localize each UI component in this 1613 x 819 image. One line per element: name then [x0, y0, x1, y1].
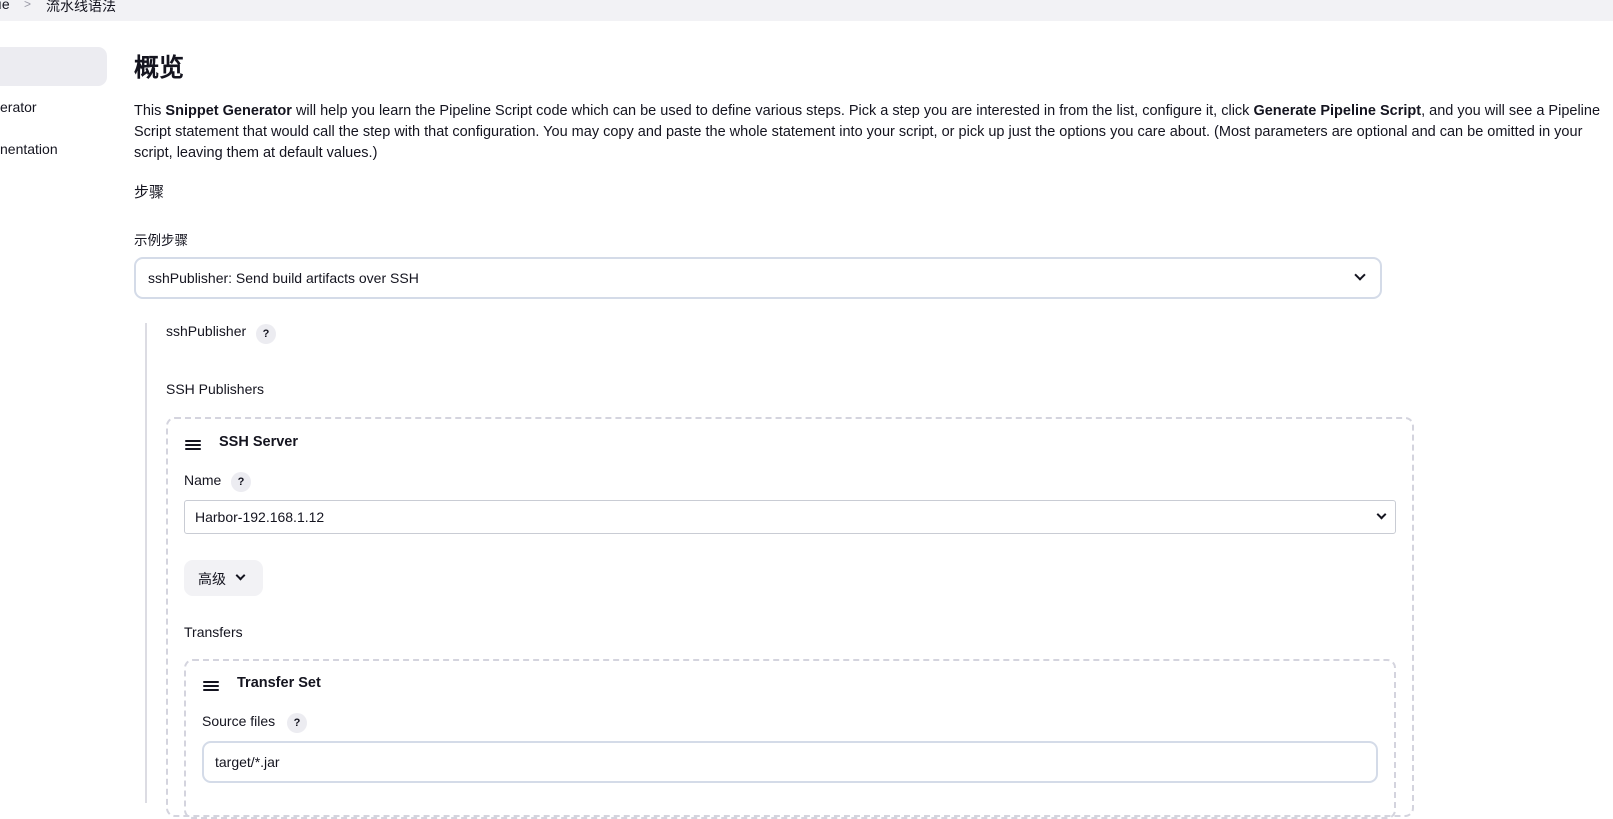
breadcrumb-item-pipeline[interactable]: ıe [0, 0, 10, 12]
sidebar-item-snippet-generator[interactable]: erator [0, 99, 37, 115]
config-rail [145, 323, 147, 803]
intro-text: will help you learn the Pipeline Script … [291, 103, 1254, 119]
example-step-value: sshPublisher: Send build artifacts over … [148, 270, 419, 286]
transfer-set-title: Transfer Set [237, 675, 321, 691]
example-step-select[interactable]: sshPublisher: Send build artifacts over … [134, 257, 1382, 299]
ssh-server-name-select[interactable]: Harbor-192.168.1.12 [184, 500, 1396, 534]
chevron-down-icon [235, 570, 246, 581]
source-files-input[interactable]: target/*.jar [202, 741, 1378, 783]
chevron-down-icon [1354, 269, 1366, 281]
sidebar-item-steps-reference[interactable]: nentation [0, 141, 58, 157]
transfer-set-panel [184, 659, 1396, 819]
ssh-publishers-label: SSH Publishers [166, 381, 265, 397]
drag-handle-icon[interactable] [203, 681, 219, 691]
drag-handle-icon[interactable] [185, 440, 201, 450]
intro-generate-script: Generate Pipeline Script [1253, 103, 1422, 119]
help-icon[interactable]: ? [231, 472, 251, 492]
intro-text: This [134, 103, 166, 119]
name-label: Name [184, 472, 222, 488]
transfers-label: Transfers [184, 624, 243, 640]
breadcrumb-separator-icon: > [24, 0, 32, 11]
advanced-button-label: 高级 [198, 571, 226, 587]
steps-heading: 步骤 [134, 184, 165, 201]
sidebar-item-overview[interactable] [0, 47, 107, 86]
breadcrumb: ıe > 流水线语法 [0, 0, 1613, 21]
ssh-server-title: SSH Server [219, 434, 298, 450]
ssh-server-name-value: Harbor-192.168.1.12 [195, 509, 325, 525]
advanced-button[interactable]: 高级 [184, 560, 263, 596]
source-files-label: Source files [202, 713, 276, 729]
intro-paragraph: This Snippet Generator will help you lea… [134, 101, 1613, 164]
source-files-value: target/*.jar [215, 754, 280, 770]
chevron-down-icon [1376, 509, 1387, 520]
step-name-label: sshPublisher [166, 323, 247, 339]
help-icon[interactable]: ? [287, 713, 307, 733]
breadcrumb-item-pipeline-syntax[interactable]: 流水线语法 [46, 0, 116, 16]
intro-snippet-generator: Snippet Generator [165, 103, 292, 119]
example-step-label: 示例步骤 [134, 233, 188, 248]
help-icon[interactable]: ? [256, 324, 276, 344]
page-title: 概览 [134, 54, 185, 82]
